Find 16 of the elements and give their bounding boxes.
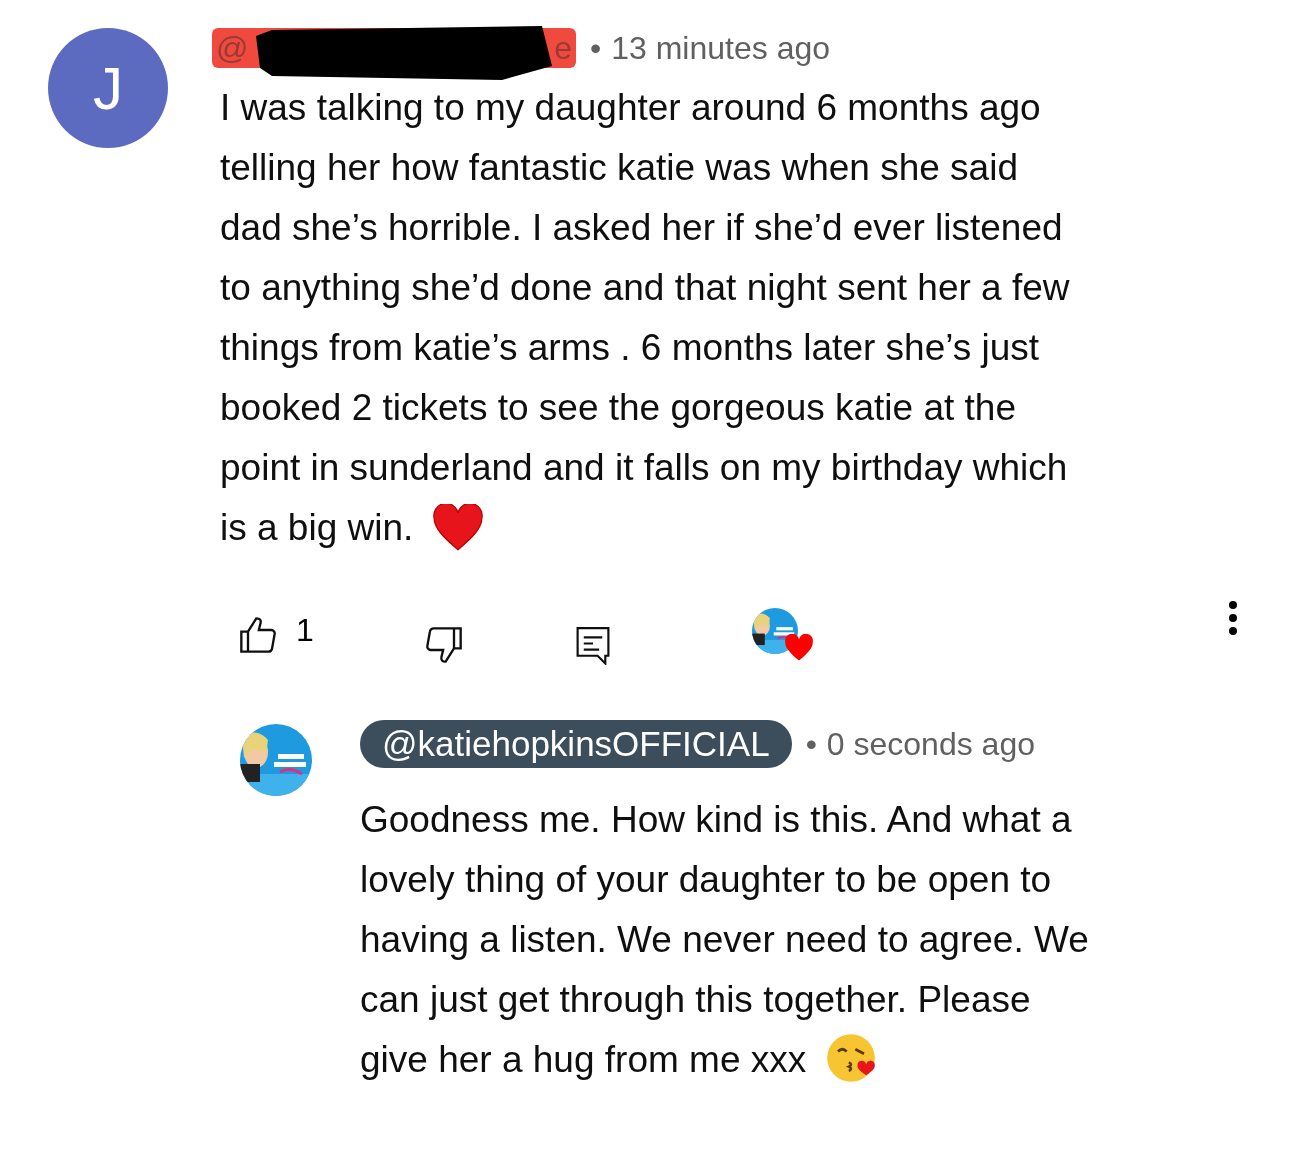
kiss-emoji-icon	[824, 1032, 877, 1084]
heart-emoji-icon	[431, 504, 484, 552]
creator-name-badge[interactable]: @katiehopkinsOFFICIAL	[360, 720, 792, 768]
reply-time: 0 seconds ago	[826, 725, 1035, 763]
comment-text: I was talking to my daughter around 6 months ago telling her how fantastic katie was when she said dad she’s horrible. I asked her if she’d ever listened to anything she’d done and that night sent her a few things from katie’s arms . 6 months later she’s just booked 2 tickets to see the gorgeous katie at the point in sunderland and it falls on my birthday which is a big win.	[220, 78, 1238, 558]
user-avatar[interactable]: J	[48, 28, 168, 148]
reply-text: Goodness me. How kind is this. And what a lovely thing of your daughter to be open to having a listen. We never need to agree. We can just get through this together. Please give her a hug from me xxx	[360, 790, 1089, 1090]
separator-dot: •	[590, 29, 602, 67]
thumbs-down-icon[interactable]	[423, 625, 464, 665]
username-fragment: @	[216, 29, 249, 67]
separator-dot: •	[805, 725, 817, 763]
like-count: 1	[296, 611, 314, 649]
more-options-icon[interactable]	[1228, 600, 1238, 636]
username-fragment: e	[554, 29, 572, 67]
comment-time: 13 minutes ago	[611, 29, 830, 67]
thumbs-up-icon[interactable]	[238, 615, 278, 655]
